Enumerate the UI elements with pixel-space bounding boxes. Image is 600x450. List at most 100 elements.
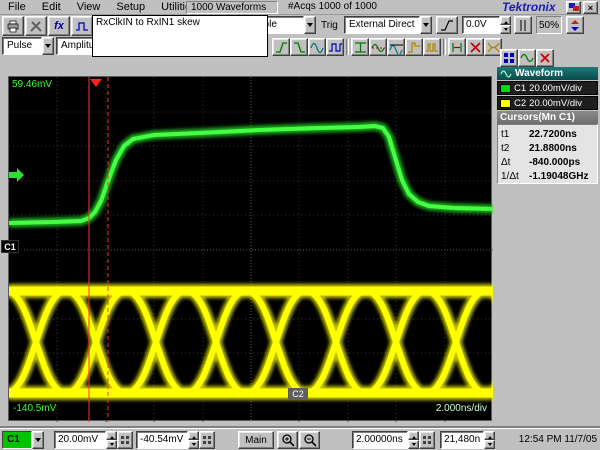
peak-peak-icon [353, 41, 368, 54]
channel-row-c1[interactable]: C1 20.00mV/div [497, 81, 598, 95]
trigger-level-field[interactable]: 0.0V [462, 16, 500, 34]
zoom-out-button[interactable] [299, 431, 320, 449]
spin-up-icon[interactable] [106, 431, 117, 440]
waveform-panel-header[interactable]: Waveform [497, 67, 598, 80]
grid-button[interactable] [500, 49, 518, 67]
c1-reference-icon[interactable] [9, 168, 24, 182]
c1-channel-tag[interactable]: C1 [1, 240, 19, 253]
math-button[interactable]: fx [48, 16, 70, 36]
tools-button[interactable] [25, 16, 47, 36]
timebase-readout: 2.000ns/div [436, 403, 487, 414]
chevron-down-icon[interactable] [420, 16, 432, 34]
meas-burst-button[interactable] [423, 38, 441, 56]
trigger-level-control: 0.0V [462, 16, 511, 34]
keypad-icon [203, 436, 212, 445]
vertical-scale-control: 20.00mV [54, 431, 133, 449]
delete-button[interactable] [536, 49, 554, 67]
inv-dt-label: 1/Δt [501, 171, 529, 182]
chevron-down-icon[interactable] [304, 16, 316, 34]
spin-down-icon[interactable] [188, 440, 199, 449]
zoom-level-field[interactable]: 50% [536, 16, 562, 34]
print-icon [6, 20, 20, 33]
menu-setup[interactable]: Setup [108, 0, 153, 14]
meas-rise-time-button[interactable] [272, 38, 290, 56]
cross-icon [468, 41, 483, 54]
meas-fall-time-button[interactable] [290, 38, 308, 56]
meas-rms-button[interactable] [387, 38, 405, 56]
c2-id: C2 [514, 98, 526, 109]
meas-cross-button[interactable] [466, 38, 484, 56]
trigger-marker-icon[interactable] [90, 79, 102, 87]
pulse-edit-button[interactable] [71, 16, 93, 36]
cursors-panel-header[interactable]: Cursors(Mn C1) [497, 111, 598, 124]
c1-scale: 20.00mV/div [529, 83, 582, 94]
spin-down-icon[interactable] [500, 25, 511, 34]
cursors-readout-panel: t1 22.7200ns t2 21.8800ns Δt -840.000ps … [497, 124, 598, 184]
t1-value: 22.7200ns [529, 129, 577, 140]
keypad-button[interactable] [199, 431, 215, 449]
trig-label: Trig [321, 20, 338, 31]
trigger-source-select[interactable]: External Direct [344, 16, 432, 34]
menu-edit[interactable]: Edit [34, 0, 69, 14]
cursors-panel-title: Cursors(Mn C1) [500, 112, 575, 123]
cursor-row-t1: t1 22.7200ns [501, 127, 594, 141]
clock-timestamp: 12:54 PM 11/7/05 [519, 434, 597, 445]
keypad-icon [121, 436, 130, 445]
spin-up-icon[interactable] [484, 431, 495, 440]
meas-frequency-button[interactable] [308, 38, 326, 56]
channel-row-c2[interactable]: C2 20.00mV/div [497, 96, 598, 110]
fall-time-icon [292, 41, 307, 54]
c1-id: C1 [514, 83, 526, 94]
keypad-button[interactable] [117, 431, 133, 449]
chevron-down-icon[interactable] [42, 37, 54, 55]
meas-overshoot-button[interactable] [405, 38, 423, 56]
channel-select-value: C1 [2, 431, 32, 449]
horizontal-delay-stepper[interactable] [484, 431, 495, 449]
vertical-scale-field[interactable]: 20.00mV [54, 431, 106, 449]
meas-delay-button[interactable] [448, 38, 466, 56]
menu-file[interactable]: File [0, 0, 34, 14]
print-button[interactable] [2, 16, 24, 36]
main-timebase-button[interactable]: Main [238, 431, 274, 449]
dt-value: -840.000ps [529, 157, 580, 168]
close-button[interactable]: × [583, 1, 598, 14]
spin-up-icon[interactable] [188, 431, 199, 440]
channel-select[interactable]: C1 [2, 431, 44, 449]
c2-channel-tag[interactable]: C2 [288, 388, 308, 400]
trigger-level-stepper[interactable] [500, 16, 511, 34]
spin-down-icon[interactable] [484, 440, 495, 449]
meas-period-button[interactable] [326, 38, 344, 56]
marker-button[interactable] [514, 16, 532, 34]
rms-icon [389, 41, 404, 54]
grid-icon [503, 52, 515, 64]
wave-button[interactable] [518, 49, 536, 67]
meas-mean-button[interactable] [369, 38, 387, 56]
fx-icon: fx [54, 20, 64, 32]
spin-down-icon[interactable] [106, 440, 117, 449]
horizontal-delay-field[interactable]: 21,480n [440, 431, 484, 449]
horizontal-scale-field[interactable]: 2.00000ns [352, 431, 408, 449]
trigger-slope-button[interactable] [436, 16, 458, 34]
c1-color-swatch [500, 84, 511, 93]
mean-icon [371, 41, 386, 54]
horizontal-scale-stepper[interactable] [408, 431, 419, 449]
updown-button[interactable] [566, 16, 584, 34]
waveform-count-box[interactable]: 1000 Waveforms [186, 1, 278, 14]
menu-view[interactable]: View [69, 0, 109, 14]
spin-up-icon[interactable] [500, 16, 511, 25]
measurement-class-select[interactable]: Pulse [2, 37, 54, 55]
vertical-scale-stepper[interactable] [106, 431, 117, 449]
updown-icon [570, 19, 580, 32]
slope-icon [439, 19, 455, 32]
dt-label: Δt [501, 157, 529, 168]
vertical-position-stepper[interactable] [188, 431, 199, 449]
meas-peak-peak-button[interactable] [351, 38, 369, 56]
pulse-edit-icon [75, 20, 89, 33]
zoom-in-button[interactable] [277, 431, 298, 449]
keypad-button[interactable] [419, 431, 435, 449]
chevron-down-icon[interactable] [32, 431, 44, 449]
spin-down-icon[interactable] [408, 440, 419, 449]
restore-button[interactable] [566, 1, 581, 14]
spin-up-icon[interactable] [408, 431, 419, 440]
vertical-position-field[interactable]: -40.54mV [136, 431, 188, 449]
